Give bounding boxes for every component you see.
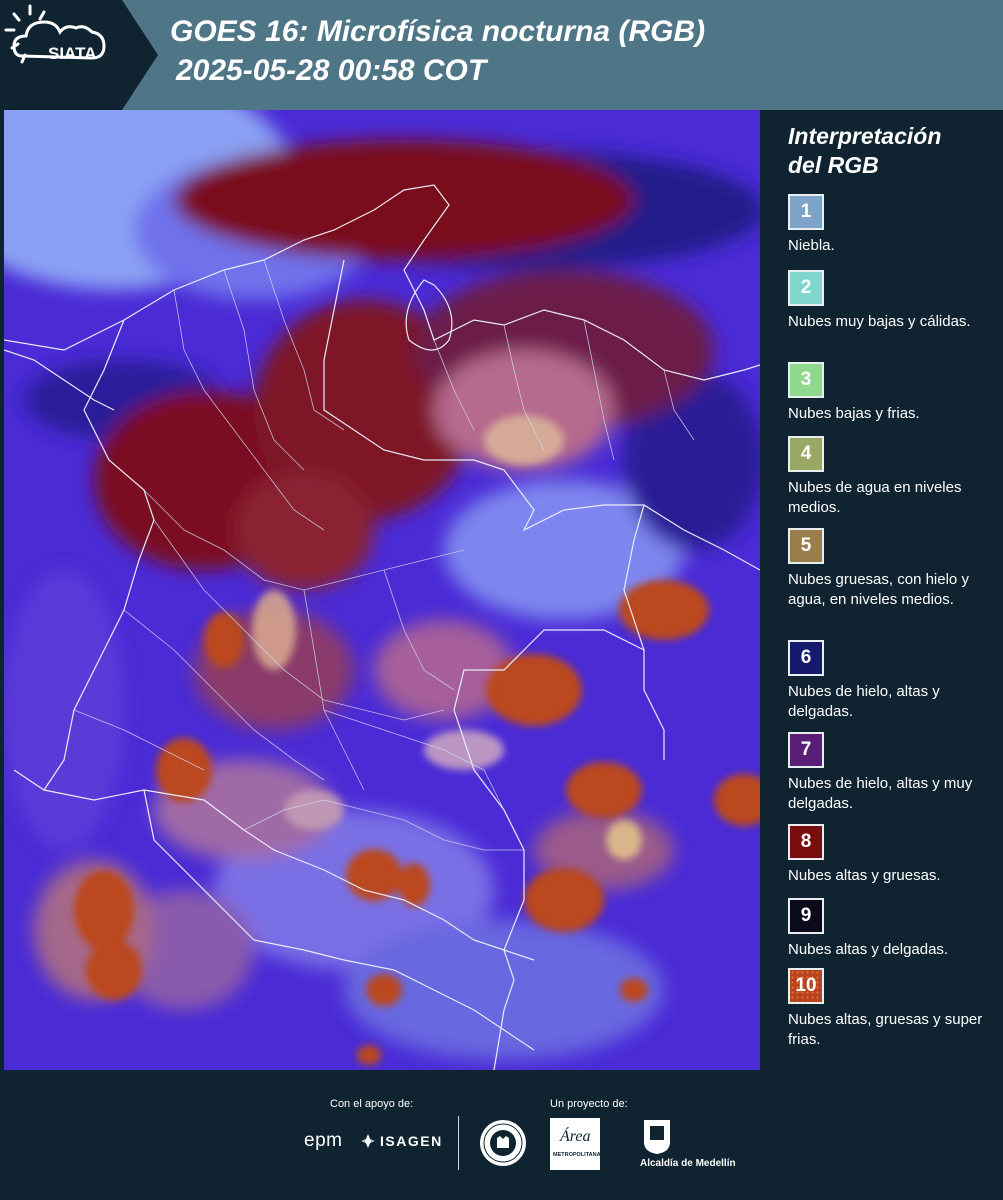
isagen-logo: ISAGEN — [360, 1133, 443, 1149]
legend-item: 9 Nubes altas y delgadas. — [788, 898, 998, 960]
support-label: Con el apoyo de: — [330, 1098, 414, 1110]
satellite-map[interactable] — [4, 110, 760, 1070]
header-bar: SIATA GOES 16: Microfísica nocturna (RGB… — [0, 0, 1003, 110]
legend-label: Nubes altas, gruesas y super frias. — [788, 1011, 983, 1048]
isagen-text: ISAGEN — [380, 1133, 443, 1149]
legend-label: Niebla. — [788, 237, 835, 254]
legend-item: 6 Nubes de hielo, altas y delgadas. — [788, 640, 998, 722]
logo-panel: SIATA — [0, 0, 160, 110]
satellite-image — [4, 110, 760, 1070]
legend-swatch: 10 — [788, 968, 824, 1004]
legend-swatch: 3 — [788, 362, 824, 398]
alcaldia-shield-icon — [644, 1120, 670, 1154]
legend-swatch: 7 — [788, 732, 824, 768]
area-logo-sub: METROPOLITANA — [553, 1152, 601, 1158]
legend-item: 8 Nubes altas y gruesas. — [788, 824, 998, 886]
legend-label: Nubes muy bajas y cálidas. — [788, 313, 971, 330]
alcaldia-logo-text: Alcaldía de Medellín — [640, 1158, 736, 1169]
legend-swatch: 1 — [788, 194, 824, 230]
legend-label: Nubes gruesas, con hielo y agua, en nive… — [788, 571, 969, 608]
legend-title-line1: Interpretación — [788, 123, 942, 149]
legend-swatch: 6 — [788, 640, 824, 676]
legend-item: 4 Nubes de agua en niveles medios. — [788, 436, 998, 518]
legend-label: Nubes altas y delgadas. — [788, 941, 949, 958]
seal-logo — [480, 1120, 526, 1166]
page-timestamp: 2025-05-28 00:58 COT — [176, 54, 487, 87]
area-logo-text: Área — [560, 1128, 591, 1145]
legend-swatch: 4 — [788, 436, 824, 472]
legend-item: 2 Nubes muy bajas y cálidas. — [788, 270, 998, 332]
legend-label: Nubes de hielo, altas y delgadas. — [788, 683, 940, 720]
legend-label: Nubes bajas y frias. — [788, 405, 920, 422]
epm-logo: epm — [304, 1130, 343, 1151]
siata-logo — [4, 4, 106, 64]
legend-swatch: 2 — [788, 270, 824, 306]
legend-swatch: 5 — [788, 528, 824, 564]
legend-item: 10 Nubes altas, gruesas y super frias. — [788, 968, 998, 1050]
siata-logo-text: SIATA — [48, 44, 97, 63]
project-label: Un proyecto de: — [550, 1098, 628, 1110]
legend-item: 5 Nubes gruesas, con hielo y agua, en ni… — [788, 528, 998, 610]
legend-title-line2: del RGB — [788, 152, 879, 178]
legend-label: Nubes altas y gruesas. — [788, 867, 941, 884]
rgb-legend: Interpretación del RGB 1 Niebla. 2 Nubes… — [760, 110, 1003, 1070]
legend-item: 7 Nubes de hielo, altas y muy delgadas. — [788, 732, 998, 814]
legend-item: 3 Nubes bajas y frias. — [788, 362, 998, 424]
legend-title: Interpretación del RGB — [788, 122, 941, 180]
footer-divider — [458, 1116, 459, 1170]
legend-label: Nubes de hielo, altas y muy delgadas. — [788, 775, 973, 812]
footer-sponsors: Con el apoyo de: Un proyecto de: epm ISA… — [0, 1070, 1003, 1200]
legend-label: Nubes de agua en niveles medios. — [788, 479, 962, 516]
legend-item: 1 Niebla. — [788, 194, 998, 256]
isagen-mark-icon — [361, 1134, 375, 1148]
page-title: GOES 16: Microfísica nocturna (RGB) — [170, 15, 706, 48]
area-metropolitana-logo: Área METROPOLITANA — [550, 1118, 601, 1170]
legend-swatch: 9 — [788, 898, 824, 934]
legend-swatch: 8 — [788, 824, 824, 860]
